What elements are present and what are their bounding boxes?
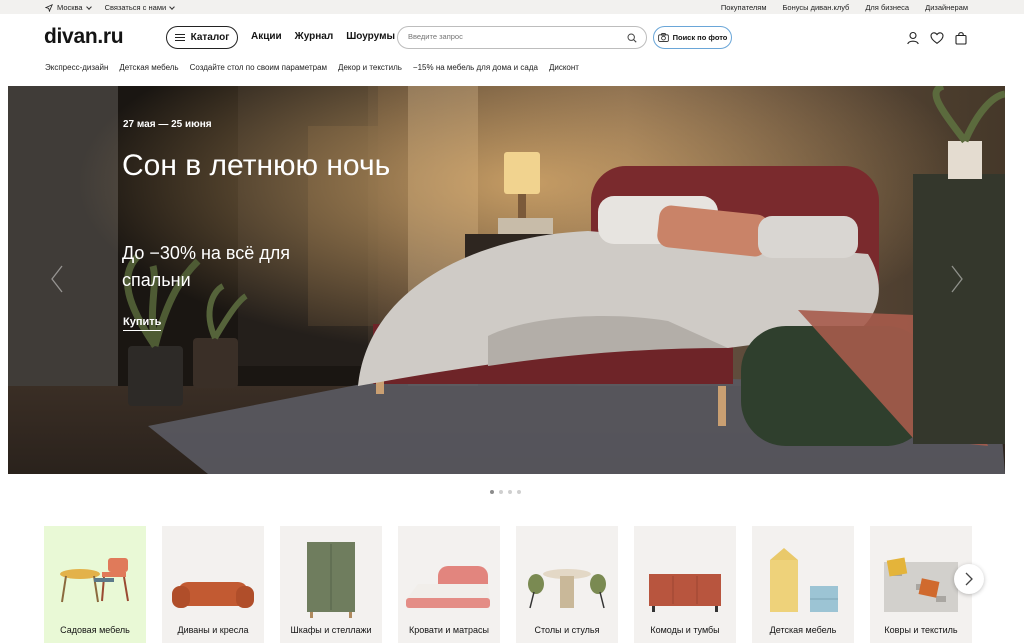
subnav-decor-textile[interactable]: Декор и текстиль xyxy=(338,63,402,72)
category-label: Кровати и матрасы xyxy=(408,625,489,635)
category-garden-furniture[interactable]: Садовая мебель xyxy=(44,526,146,643)
top-utility-bar: Москва Связаться с нами Покупателям Бону… xyxy=(0,0,1024,14)
cart-icon[interactable] xyxy=(954,31,968,45)
category-kids-furniture[interactable]: Детская мебель xyxy=(752,526,854,643)
site-header: divan.ru Каталог Акции Журнал Шоурумы По… xyxy=(0,14,1024,60)
carousel-dot[interactable] xyxy=(490,490,494,494)
category-label: Ковры и текстиль xyxy=(884,625,958,635)
category-label: Столы и стулья xyxy=(534,625,600,635)
hero-date: 27 мая — 25 июня xyxy=(123,119,212,130)
contact-label: Связаться с нами xyxy=(104,3,167,12)
menu-icon xyxy=(174,33,185,42)
wardrobe-image xyxy=(307,542,355,618)
subnav-discount[interactable]: Дисконт xyxy=(549,63,579,72)
search-input[interactable] xyxy=(408,32,608,41)
hero-banner[interactable]: 27 мая — 25 июня Сон в летнюю ночь До −3… xyxy=(8,86,1005,474)
catalog-label: Каталог xyxy=(190,32,230,43)
carousel-dot[interactable] xyxy=(499,490,503,494)
photo-search-label: Поиск по фото xyxy=(672,33,728,42)
location-arrow-icon xyxy=(45,3,53,12)
hero-prev-arrow-icon[interactable] xyxy=(50,264,64,294)
nav-journal[interactable]: Журнал xyxy=(295,31,334,42)
link-customers[interactable]: Покупателям xyxy=(721,3,767,12)
category-dressers-nightstands[interactable]: Комоды и тумбы xyxy=(634,526,736,643)
carousel-dots xyxy=(490,490,521,494)
subnav-custom-table[interactable]: Создайте стол по своим параметрам xyxy=(190,63,327,72)
search-icon[interactable] xyxy=(627,33,637,43)
hero-subtitle: До −30% на всё для спальни xyxy=(122,243,291,290)
category-beds-mattresses[interactable]: Кровати и матрасы xyxy=(398,526,500,643)
heart-icon[interactable] xyxy=(930,31,944,45)
main-nav: Акции Журнал Шоурумы xyxy=(251,31,395,42)
category-label: Садовая мебель xyxy=(60,625,130,635)
link-designers[interactable]: Дизайнерам xyxy=(925,3,968,12)
sub-nav: Экспресс-дизайн Детская мебель Создайте … xyxy=(45,63,579,72)
link-bonus-club[interactable]: Бонусы диван.клуб xyxy=(782,3,849,12)
category-tables-chairs[interactable]: Столы и стулья xyxy=(516,526,618,643)
nav-showrooms[interactable]: Шоурумы xyxy=(346,31,395,42)
city-label: Москва xyxy=(57,3,83,12)
link-business[interactable]: Для бизнеса xyxy=(865,3,909,12)
kids-furniture-image xyxy=(770,548,838,612)
dresser-image xyxy=(649,574,721,612)
category-sofas-armchairs[interactable]: Диваны и кресла xyxy=(162,526,264,643)
subnav-kids-furniture[interactable]: Детская мебель xyxy=(119,63,178,72)
hero-buy-link[interactable]: Купить xyxy=(123,316,162,331)
user-icon[interactable] xyxy=(906,31,920,45)
category-label: Шкафы и стеллажи xyxy=(290,625,372,635)
sofa-image xyxy=(172,582,254,608)
header-actions xyxy=(906,31,968,45)
bed-image xyxy=(406,566,490,608)
category-label: Диваны и кресла xyxy=(177,625,249,635)
table-chairs-image xyxy=(528,569,606,609)
contact-dropdown[interactable]: Связаться с нами xyxy=(104,3,176,12)
chevron-down-icon xyxy=(169,3,176,10)
carousel-dot[interactable] xyxy=(517,490,521,494)
hero-next-arrow-icon[interactable] xyxy=(950,264,964,294)
category-label: Комоды и тумбы xyxy=(650,625,720,635)
garden-furniture-image xyxy=(60,558,129,603)
city-selector[interactable]: Москва xyxy=(45,3,92,12)
photo-search-button[interactable]: Поиск по фото xyxy=(653,26,732,49)
category-wardrobes-shelves[interactable]: Шкафы и стеллажи xyxy=(280,526,382,643)
nav-promotions[interactable]: Акции xyxy=(251,31,282,42)
subnav-express-design[interactable]: Экспресс-дизайн xyxy=(45,63,108,72)
search-box xyxy=(397,26,647,49)
chevron-right-icon xyxy=(965,572,973,586)
categories-next-button[interactable] xyxy=(954,564,984,594)
camera-icon xyxy=(657,33,669,42)
chevron-down-icon xyxy=(85,3,92,10)
hero-title: Сон в летнюю ночь xyxy=(122,149,391,182)
category-tiles: Садовая мебель Диваны и кресла Шкафы и с… xyxy=(44,526,972,643)
subnav-garden-sale[interactable]: −15% на мебель для дома и сада xyxy=(413,63,538,72)
carousel-dot[interactable] xyxy=(508,490,512,494)
catalog-button[interactable]: Каталог xyxy=(166,26,238,49)
site-logo[interactable]: divan.ru xyxy=(44,25,124,49)
category-label: Детская мебель xyxy=(769,625,837,635)
